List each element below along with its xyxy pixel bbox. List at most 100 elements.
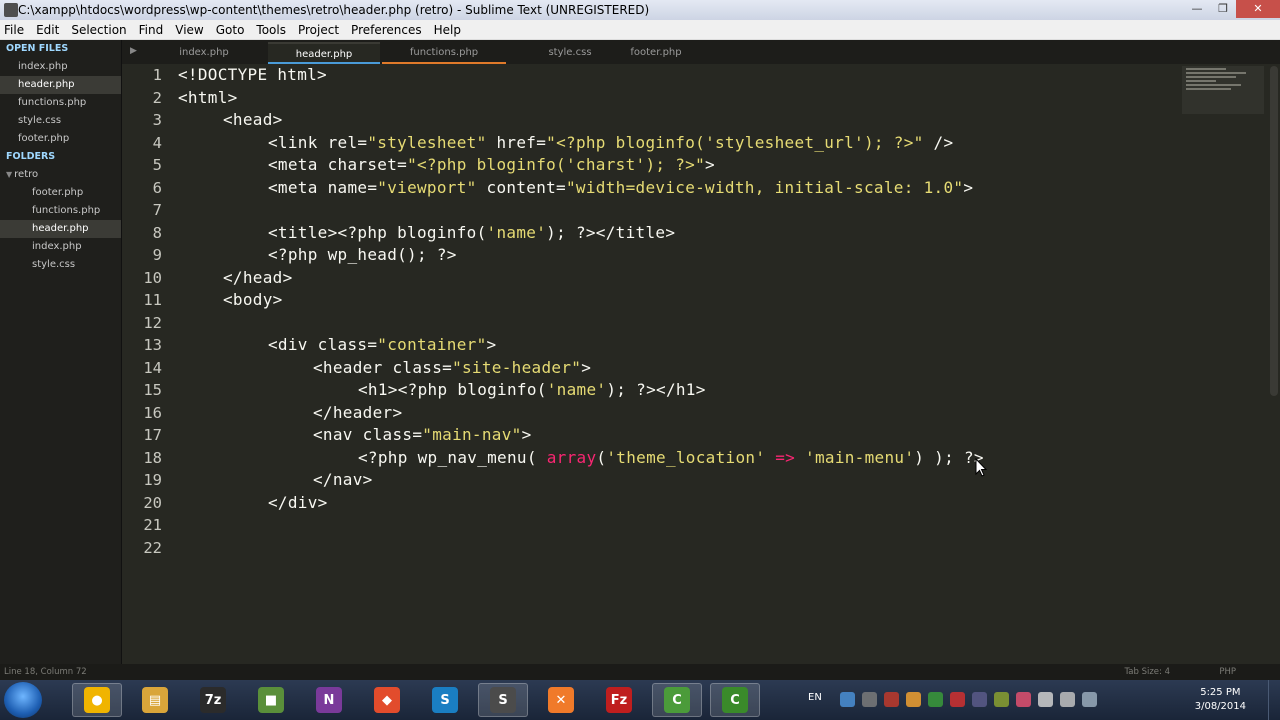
line-number: 21 [143, 516, 162, 534]
code-token: </div> [268, 492, 328, 512]
filezilla-icon: Fz [606, 687, 632, 713]
folder-file-item-active[interactable]: header.php [0, 220, 121, 238]
taskbar-sublime-button[interactable]: S [478, 683, 528, 717]
code-token: <html> [178, 87, 238, 107]
menu-bar: File Edit Selection Find View Goto Tools… [0, 20, 1280, 40]
taskbar-7zip-button[interactable]: 7z [188, 683, 238, 717]
code-line: </div> [268, 492, 328, 515]
taskbar-camtasia-1-button[interactable]: C [652, 683, 702, 717]
volume-icon[interactable] [1082, 692, 1097, 707]
tray-icon[interactable] [972, 692, 987, 707]
folder-retro[interactable]: ▼ retro [0, 166, 121, 184]
chrome-tray-icon[interactable] [840, 692, 855, 707]
battery-icon[interactable] [1038, 692, 1053, 707]
menu-view[interactable]: View [169, 20, 209, 40]
menu-file[interactable]: File [0, 20, 30, 40]
taskbar-clock[interactable]: 5:25 PM 3/08/2014 [1195, 686, 1246, 714]
code-token: "stylesheet" [367, 132, 487, 152]
code-token: <meta charset= [268, 155, 408, 174]
tab-label: index.php [179, 47, 229, 58]
tray-icon[interactable] [950, 692, 965, 707]
show-desktop-button[interactable] [1268, 680, 1280, 720]
line-number: 11 [143, 291, 162, 309]
taskbar-xampp-button[interactable]: ✕ [536, 683, 586, 717]
menu-find[interactable]: Find [133, 20, 170, 40]
minimap-line [1186, 76, 1236, 78]
code-line: <meta name="viewport" content="width=dev… [268, 177, 973, 200]
code-token: <?php wp_nav_menu( [358, 447, 547, 467]
open-file-item[interactable]: functions.php [0, 94, 121, 112]
tab-scroll-arrow-icon[interactable]: ▶ [130, 46, 137, 56]
language-indicator[interactable]: EN [808, 692, 822, 703]
taskbar-filezilla-button[interactable]: Fz [594, 683, 644, 717]
tray-icon[interactable] [928, 692, 943, 707]
tab-size-indicator[interactable]: Tab Size: 4 [1124, 664, 1170, 680]
cursor-position: Line 18, Column 72 [4, 667, 87, 677]
code-token: <title><?php bloginfo( [268, 222, 487, 242]
code-editor[interactable]: 1 2 3 4 5 6 7 8 9 10 11 12 13 14 15 16 1… [122, 64, 1280, 664]
7zip-icon: 7z [200, 687, 226, 713]
title-bar: C:\xampp\htdocs\wordpress\wp-content\the… [0, 0, 1280, 20]
taskbar-explorer-button[interactable]: ▤ [130, 683, 180, 717]
taskbar-sourcetree-button[interactable]: S [420, 683, 470, 717]
onenote-icon: N [316, 687, 342, 713]
sidebar: OPEN FILES index.php header.php function… [0, 40, 122, 664]
close-button[interactable]: ✕ [1236, 0, 1280, 18]
code-token: > [486, 335, 497, 354]
menu-tools[interactable]: Tools [250, 20, 292, 40]
code-token: /> [923, 132, 954, 152]
taskbar-onenote-button[interactable]: N [304, 683, 354, 717]
code-token: "container" [377, 335, 487, 354]
vertical-scrollbar[interactable] [1270, 66, 1278, 396]
menu-project[interactable]: Project [292, 20, 345, 40]
network-icon[interactable] [1060, 692, 1075, 707]
taskbar-minecraft-button[interactable]: ■ [246, 683, 296, 717]
menu-selection[interactable]: Selection [65, 20, 132, 40]
code-token: 'theme_location' [606, 447, 766, 467]
taskbar-git-button[interactable]: ◆ [362, 683, 412, 717]
code-token: <head> [223, 110, 283, 129]
code-token: <link rel= [268, 132, 368, 152]
tray-icon[interactable] [862, 692, 877, 707]
minimap[interactable] [1182, 66, 1264, 114]
window-controls: — ❐ ✕ [1184, 0, 1280, 20]
menu-goto[interactable]: Goto [210, 20, 251, 40]
tab-index[interactable]: index.php [142, 42, 266, 64]
start-button[interactable] [4, 682, 42, 718]
tab-functions[interactable]: functions.php [382, 42, 506, 64]
folder-file-item[interactable]: index.php [0, 238, 121, 256]
folder-file-item[interactable]: footer.php [0, 184, 121, 202]
code-token: <div class= [268, 335, 378, 354]
tray-icon[interactable] [994, 692, 1009, 707]
tab-footer[interactable]: footer.php [594, 42, 718, 64]
tray-icon[interactable] [906, 692, 921, 707]
folder-file-item[interactable]: style.css [0, 256, 121, 274]
sourcetree-icon: S [432, 687, 458, 713]
code-token: > [705, 155, 715, 174]
syntax-indicator[interactable]: PHP [1219, 664, 1236, 680]
code-line: <?php wp_head(); ?> [268, 244, 457, 267]
code-token: href= [486, 132, 547, 152]
code-token: "site-header" [452, 357, 582, 377]
taskbar-chrome-button[interactable]: ● [72, 683, 122, 717]
code-token: => [765, 447, 806, 467]
menu-preferences[interactable]: Preferences [345, 20, 428, 40]
tab-header[interactable]: header.php [268, 42, 380, 64]
open-file-item[interactable]: index.php [0, 58, 121, 76]
code-token: array [546, 447, 597, 467]
minimap-line [1186, 68, 1226, 70]
minimize-button[interactable]: — [1184, 0, 1210, 18]
code-line: </head> [223, 267, 293, 290]
folder-file-item[interactable]: functions.php [0, 202, 121, 220]
tray-icon[interactable] [1016, 692, 1031, 707]
open-file-item-active[interactable]: header.php [0, 76, 121, 94]
tray-icon[interactable] [884, 692, 899, 707]
menu-help[interactable]: Help [428, 20, 467, 40]
open-file-item[interactable]: style.css [0, 112, 121, 130]
line-number-gutter: 1 2 3 4 5 6 7 8 9 10 11 12 13 14 15 16 1… [122, 64, 162, 664]
tab-label: footer.php [630, 47, 682, 58]
menu-edit[interactable]: Edit [30, 20, 65, 40]
open-file-item[interactable]: footer.php [0, 130, 121, 148]
taskbar-camtasia-2-button[interactable]: C [710, 683, 760, 717]
maximize-button[interactable]: ❐ [1210, 0, 1236, 18]
